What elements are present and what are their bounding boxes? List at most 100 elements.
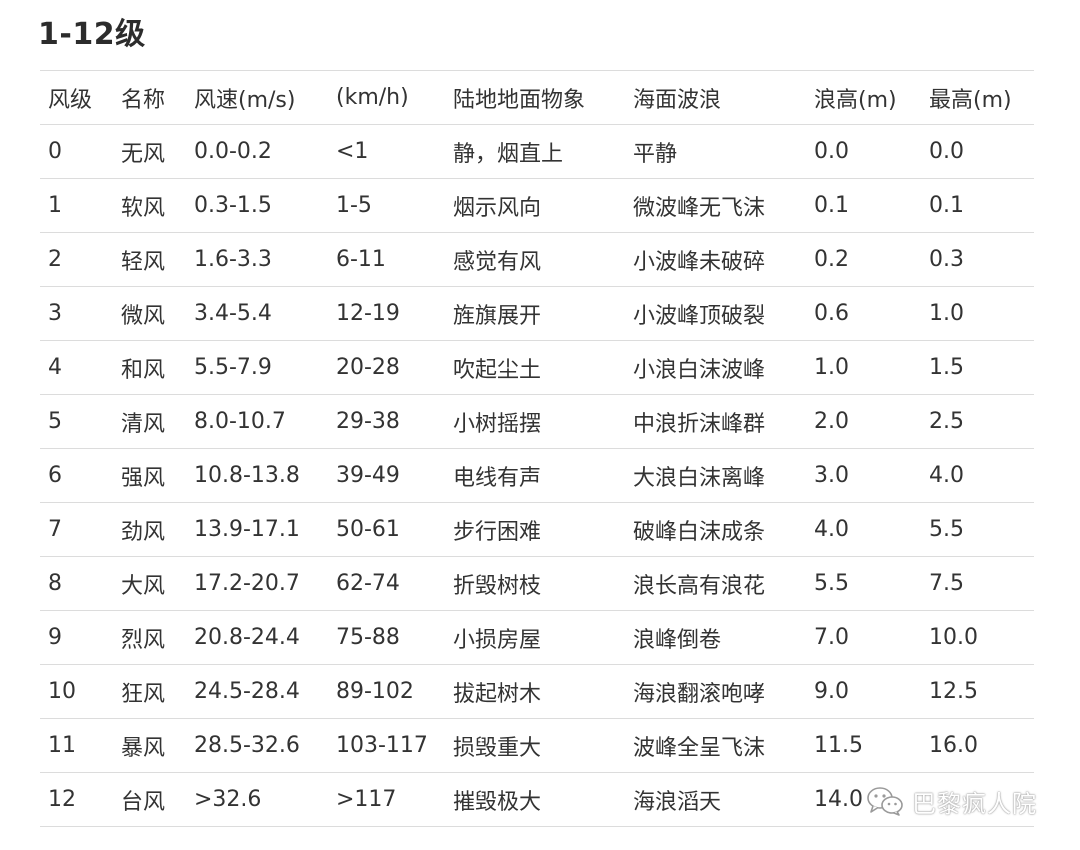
table-cell: 12-19 bbox=[328, 286, 445, 341]
table-cell: 7.5 bbox=[921, 556, 1034, 611]
column-header: 海面波浪 bbox=[625, 70, 806, 125]
table-cell: 24.5-28.4 bbox=[186, 664, 328, 719]
table-cell: 5.5-7.9 bbox=[186, 340, 328, 395]
page-title: 1-12级 bbox=[38, 17, 146, 52]
table-cell: 暴风 bbox=[113, 718, 186, 773]
table-cell: 62-74 bbox=[328, 556, 445, 611]
table-cell: 0.0 bbox=[921, 124, 1034, 179]
table-cell: 小树摇摆 bbox=[445, 394, 625, 449]
table-cell: 4.0 bbox=[806, 502, 921, 557]
table-cell: 20.8-24.4 bbox=[186, 610, 328, 665]
table-cell: 10.8-13.8 bbox=[186, 448, 328, 503]
table-body: 0 无风 0.0-0.2 <1 静，烟直上 平静 0.0 0.0 1 软风 0.3-1.5 1-5 烟示… bbox=[40, 124, 1034, 827]
table-cell: 11.5 bbox=[806, 718, 921, 773]
table-cell: 2 bbox=[40, 232, 113, 287]
table-cell: 拔起树木 bbox=[445, 664, 625, 719]
table-cell: 无风 bbox=[113, 124, 186, 179]
table-cell: 损毁重大 bbox=[445, 718, 625, 773]
table-cell: >117 bbox=[328, 772, 445, 827]
table-cell: 6 bbox=[40, 448, 113, 503]
table-cell: 12 bbox=[40, 772, 113, 827]
table-cell: 9.0 bbox=[806, 664, 921, 719]
table-cell: 10 bbox=[40, 664, 113, 719]
table-cell: 大浪白沫离峰 bbox=[625, 448, 806, 503]
table-cell: 平静 bbox=[625, 124, 806, 179]
table-row: 0 无风 0.0-0.2 <1 静，烟直上 平静 0.0 0.0 bbox=[40, 124, 1034, 179]
table-cell: 0 bbox=[40, 124, 113, 179]
table-cell: 烈风 bbox=[113, 610, 186, 665]
table-cell: 摧毁极大 bbox=[445, 772, 625, 827]
table-cell: 0.1 bbox=[806, 178, 921, 233]
table-cell: 感觉有风 bbox=[445, 232, 625, 287]
table-cell: 0.2 bbox=[806, 232, 921, 287]
column-header: 名称 bbox=[113, 70, 186, 125]
table-cell: 2.5 bbox=[921, 394, 1034, 449]
table-cell: 小浪白沫波峰 bbox=[625, 340, 806, 395]
table-cell: 7 bbox=[40, 502, 113, 557]
table-cell: 1.5 bbox=[921, 340, 1034, 395]
table-cell: 小损房屋 bbox=[445, 610, 625, 665]
table-row: 5 清风 8.0-10.7 29-38 小树摇摆 中浪折沫峰群 2.0 2.5 bbox=[40, 394, 1034, 449]
table-cell: 14.0 bbox=[806, 772, 921, 827]
table-cell: 浪峰倒卷 bbox=[625, 610, 806, 665]
table-cell: 1 bbox=[40, 178, 113, 233]
wind-scale-table-container: 风级 名称 风速(m/s) (km/h) 陆地地面物象 海面波浪 浪高(m) 最高(m) 0无… bbox=[40, 70, 1034, 827]
table-row: 7 劲风 13.9-17.1 50-61 步行困难 破峰白沫成条 4.0 5.5 bbox=[40, 502, 1034, 557]
header-row: 风级 名称 风速(m/s) (km/h) 陆地地面物象 海面波浪 浪高(m) 最高(m) bbox=[40, 70, 1034, 125]
table-cell: 小波峰未破碎 bbox=[625, 232, 806, 287]
table-cell: 微波峰无飞沫 bbox=[625, 178, 806, 233]
table-cell: 0.1 bbox=[921, 178, 1034, 233]
table-cell: 狂风 bbox=[113, 664, 186, 719]
table-cell: 和风 bbox=[113, 340, 186, 395]
table-cell: 0.3 bbox=[921, 232, 1034, 287]
table-cell: 11 bbox=[40, 718, 113, 773]
table-cell: 3 bbox=[40, 286, 113, 341]
table-row: 8 大风 17.2-20.7 62-74 折毁树枝 浪长高有浪花 5.5 7.5 bbox=[40, 556, 1034, 611]
table-cell: 0.3-1.5 bbox=[186, 178, 328, 233]
table-cell: 5.5 bbox=[806, 556, 921, 611]
table-cell: 0.6 bbox=[806, 286, 921, 341]
table-row: 11 暴风 28.5-32.6 103-117 损毁重大 波峰全呈飞沫 11.5 16.0 bbox=[40, 718, 1034, 773]
table-cell: 13.9-17.1 bbox=[186, 502, 328, 557]
table-cell: 50-61 bbox=[328, 502, 445, 557]
table-cell: 中浪折沫峰群 bbox=[625, 394, 806, 449]
table-cell: 5.5 bbox=[921, 502, 1034, 557]
table-cell: 4.0 bbox=[921, 448, 1034, 503]
table-row: 10 狂风 24.5-28.4 89-102 拔起树木 海浪翻滚咆哮 9.0 12.5 bbox=[40, 664, 1034, 719]
table-row: 1 软风 0.3-1.5 1-5 烟示风向 微波峰无飞沫 0.1 0.1 bbox=[40, 178, 1034, 233]
table-cell: 破峰白沫成条 bbox=[625, 502, 806, 557]
table-cell: 波峰全呈飞沫 bbox=[625, 718, 806, 773]
table-cell: 吹起尘土 bbox=[445, 340, 625, 395]
table-cell: 劲风 bbox=[113, 502, 186, 557]
table-cell: 静，烟直上 bbox=[445, 124, 625, 179]
table-cell: >32.6 bbox=[186, 772, 328, 827]
table-cell: 28.5-32.6 bbox=[186, 718, 328, 773]
table-cell: 17.2-20.7 bbox=[186, 556, 328, 611]
table-row: 2 轻风 1.6-3.3 6-11 感觉有风 小波峰未破碎 0.2 0.3 bbox=[40, 232, 1034, 287]
table-cell: 微风 bbox=[113, 286, 186, 341]
table-cell: 电线有声 bbox=[445, 448, 625, 503]
column-header: 陆地地面物象 bbox=[445, 70, 625, 125]
table-cell: 海浪滔天 bbox=[625, 772, 806, 827]
column-header: 浪高(m) bbox=[806, 70, 921, 125]
table-cell: 1.0 bbox=[921, 286, 1034, 341]
table-cell: 1.6-3.3 bbox=[186, 232, 328, 287]
table-cell: 浪长高有浪花 bbox=[625, 556, 806, 611]
table-header: 风级 名称 风速(m/s) (km/h) 陆地地面物象 海面波浪 浪高(m) 最高(m) bbox=[40, 70, 1034, 125]
table-cell: 4 bbox=[40, 340, 113, 395]
table-cell: 12.5 bbox=[921, 664, 1034, 719]
table-cell: 大风 bbox=[113, 556, 186, 611]
table-cell: 8 bbox=[40, 556, 113, 611]
table-cell: 海浪翻滚咆哮 bbox=[625, 664, 806, 719]
table-cell: 103-117 bbox=[328, 718, 445, 773]
table-cell: 台风 bbox=[113, 772, 186, 827]
table-cell: 1.0 bbox=[806, 340, 921, 395]
table-cell: 0.0 bbox=[806, 124, 921, 179]
table-cell: <1 bbox=[328, 124, 445, 179]
table-cell: 3.0 bbox=[806, 448, 921, 503]
table-cell: 0.0-0.2 bbox=[186, 124, 328, 179]
table-cell: 7.0 bbox=[806, 610, 921, 665]
table-cell: 9 bbox=[40, 610, 113, 665]
column-header: 最高(m) bbox=[921, 70, 1034, 125]
table-cell: 清风 bbox=[113, 394, 186, 449]
